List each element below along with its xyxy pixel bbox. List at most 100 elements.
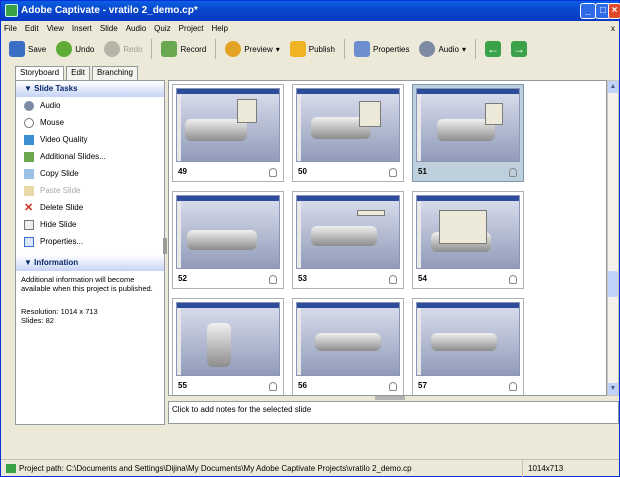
mouse-icon (269, 168, 277, 177)
information-slides: Slides: 82 (21, 316, 54, 325)
task-delete-slide[interactable]: ✕ Delete Slide (16, 199, 164, 216)
task-paste-slide[interactable]: Paste Slide (16, 182, 164, 199)
menu-slide[interactable]: Slide (100, 22, 118, 35)
preview-icon (225, 41, 242, 57)
task-properties[interactable]: Properties... (16, 233, 164, 250)
title-bar: Adobe Captivate - vratilo 2_demo.cp* _ □… (1, 1, 620, 21)
captivate-app-icon (5, 4, 18, 17)
slide-number: 56 (298, 381, 307, 390)
arrow-right-icon: → (510, 41, 527, 57)
menu-project[interactable]: Project (179, 22, 204, 35)
slide-thumbnail[interactable]: 52 (172, 191, 284, 289)
tab-storyboard[interactable]: Storyboard (15, 66, 65, 81)
menu-file[interactable]: File (4, 22, 17, 35)
minimize-button[interactable]: _ (580, 3, 596, 19)
copy-icon (24, 168, 34, 179)
chevron-down-icon: ▾ (461, 44, 466, 54)
slide-thumbnail[interactable]: 56 (292, 298, 404, 395)
menu-close-icon[interactable]: x (611, 22, 615, 35)
slide-preview-image (176, 195, 280, 269)
slide-thumbnail[interactable]: 49 (172, 84, 284, 182)
task-additional-slides[interactable]: Additional Slides... (16, 148, 164, 165)
slide-notes-field[interactable]: Click to add notes for the selected slid… (168, 401, 619, 424)
tab-branching[interactable]: Branching (91, 66, 138, 80)
publish-button[interactable]: Publish (286, 38, 339, 60)
mouse-icon (24, 117, 34, 128)
menu-insert[interactable]: Insert (72, 22, 92, 35)
scroll-thumb[interactable] (608, 271, 618, 297)
mouse-icon (509, 382, 517, 391)
undo-button[interactable]: Undo (52, 38, 98, 60)
close-button[interactable]: × (608, 3, 620, 19)
paste-icon (24, 185, 34, 196)
slide-preview-image (176, 302, 280, 376)
task-hide-slide[interactable]: Hide Slide (16, 216, 164, 233)
properties-icon (24, 236, 34, 247)
vertical-scrollbar[interactable]: ▲ ▼ (607, 80, 619, 396)
tab-edit[interactable]: Edit (66, 66, 90, 80)
slide-thumbnail[interactable]: 57 (412, 298, 524, 395)
slide-tasks-panel: ▼ Slide Tasks Audio Mouse Video Quality … (15, 80, 165, 425)
save-button[interactable]: Save (5, 38, 50, 60)
redo-icon (104, 41, 121, 57)
properties-icon (354, 41, 370, 57)
view-tabs: Storyboard Edit Branching (15, 66, 138, 81)
forward-button[interactable]: → (507, 38, 531, 60)
toolbar-separator (215, 39, 217, 59)
slide-number: 50 (298, 167, 307, 176)
mouse-icon (389, 275, 397, 284)
slide-thumbnail[interactable]: 53 (292, 191, 404, 289)
undo-icon (56, 41, 73, 57)
task-mouse[interactable]: Mouse (16, 114, 164, 131)
notes-splitter[interactable] (375, 396, 405, 400)
task-audio[interactable]: Audio (16, 97, 164, 114)
slide-number: 57 (418, 381, 427, 390)
scroll-down-icon[interactable]: ▼ (608, 383, 618, 395)
menu-quiz[interactable]: Quiz (154, 22, 170, 35)
slide-number: 54 (418, 274, 427, 283)
slide-preview-image (176, 88, 280, 162)
menu-help[interactable]: Help (212, 22, 228, 35)
record-icon (161, 41, 178, 57)
arrow-left-icon: ← (484, 41, 501, 57)
slide-thumbnail[interactable]: 54 (412, 191, 524, 289)
project-path: Project path: C:\Documents and Settings\… (19, 464, 412, 473)
preview-button[interactable]: Preview ▾ (221, 38, 283, 60)
scroll-up-icon[interactable]: ▲ (608, 81, 618, 93)
slide-thumbnail[interactable]: 51 (412, 84, 524, 182)
slide-preview-image (296, 195, 400, 269)
slide-thumbnail[interactable]: 50 (292, 84, 404, 182)
video-quality-icon (24, 134, 34, 145)
slide-thumbnail[interactable]: 55 (172, 298, 284, 395)
audio-icon (419, 41, 436, 57)
status-bar: Project path: C:\Documents and Settings\… (1, 459, 619, 477)
slide-number: 55 (178, 381, 187, 390)
mouse-icon (269, 382, 277, 391)
record-button[interactable]: Record (157, 38, 210, 60)
slide-preview-image (296, 302, 400, 376)
slide-number: 52 (178, 274, 187, 283)
window-title: Adobe Captivate - vratilo 2_demo.cp* (21, 5, 198, 16)
information-header[interactable]: ▼ Information (16, 255, 164, 271)
publish-icon (289, 41, 306, 57)
chevron-down-icon: ▾ (275, 44, 280, 54)
mouse-icon (509, 168, 517, 177)
redo-button[interactable]: Redo (100, 38, 146, 60)
menu-audio[interactable]: Audio (126, 22, 146, 35)
panel-splitter[interactable] (163, 238, 167, 254)
app-window: Adobe Captivate - vratilo 2_demo.cp* _ □… (0, 0, 620, 477)
properties-button[interactable]: Properties (350, 38, 413, 60)
menu-bar: File Edit View Insert Slide Audio Quiz P… (1, 22, 619, 35)
slide-tasks-header[interactable]: ▼ Slide Tasks (16, 81, 164, 97)
task-copy-slide[interactable]: Copy Slide (16, 165, 164, 182)
menu-view[interactable]: View (47, 22, 64, 35)
back-button[interactable]: ← (481, 38, 505, 60)
audio-button[interactable]: Audio ▾ (415, 38, 469, 60)
hide-slide-icon (24, 219, 34, 230)
project-icon (6, 464, 16, 473)
toolbar-separator (474, 39, 476, 59)
task-video-quality[interactable]: Video Quality (16, 131, 164, 148)
menu-edit[interactable]: Edit (25, 22, 39, 35)
save-icon (9, 41, 25, 57)
information-resolution: Resolution: 1014 x 713 (21, 307, 98, 316)
